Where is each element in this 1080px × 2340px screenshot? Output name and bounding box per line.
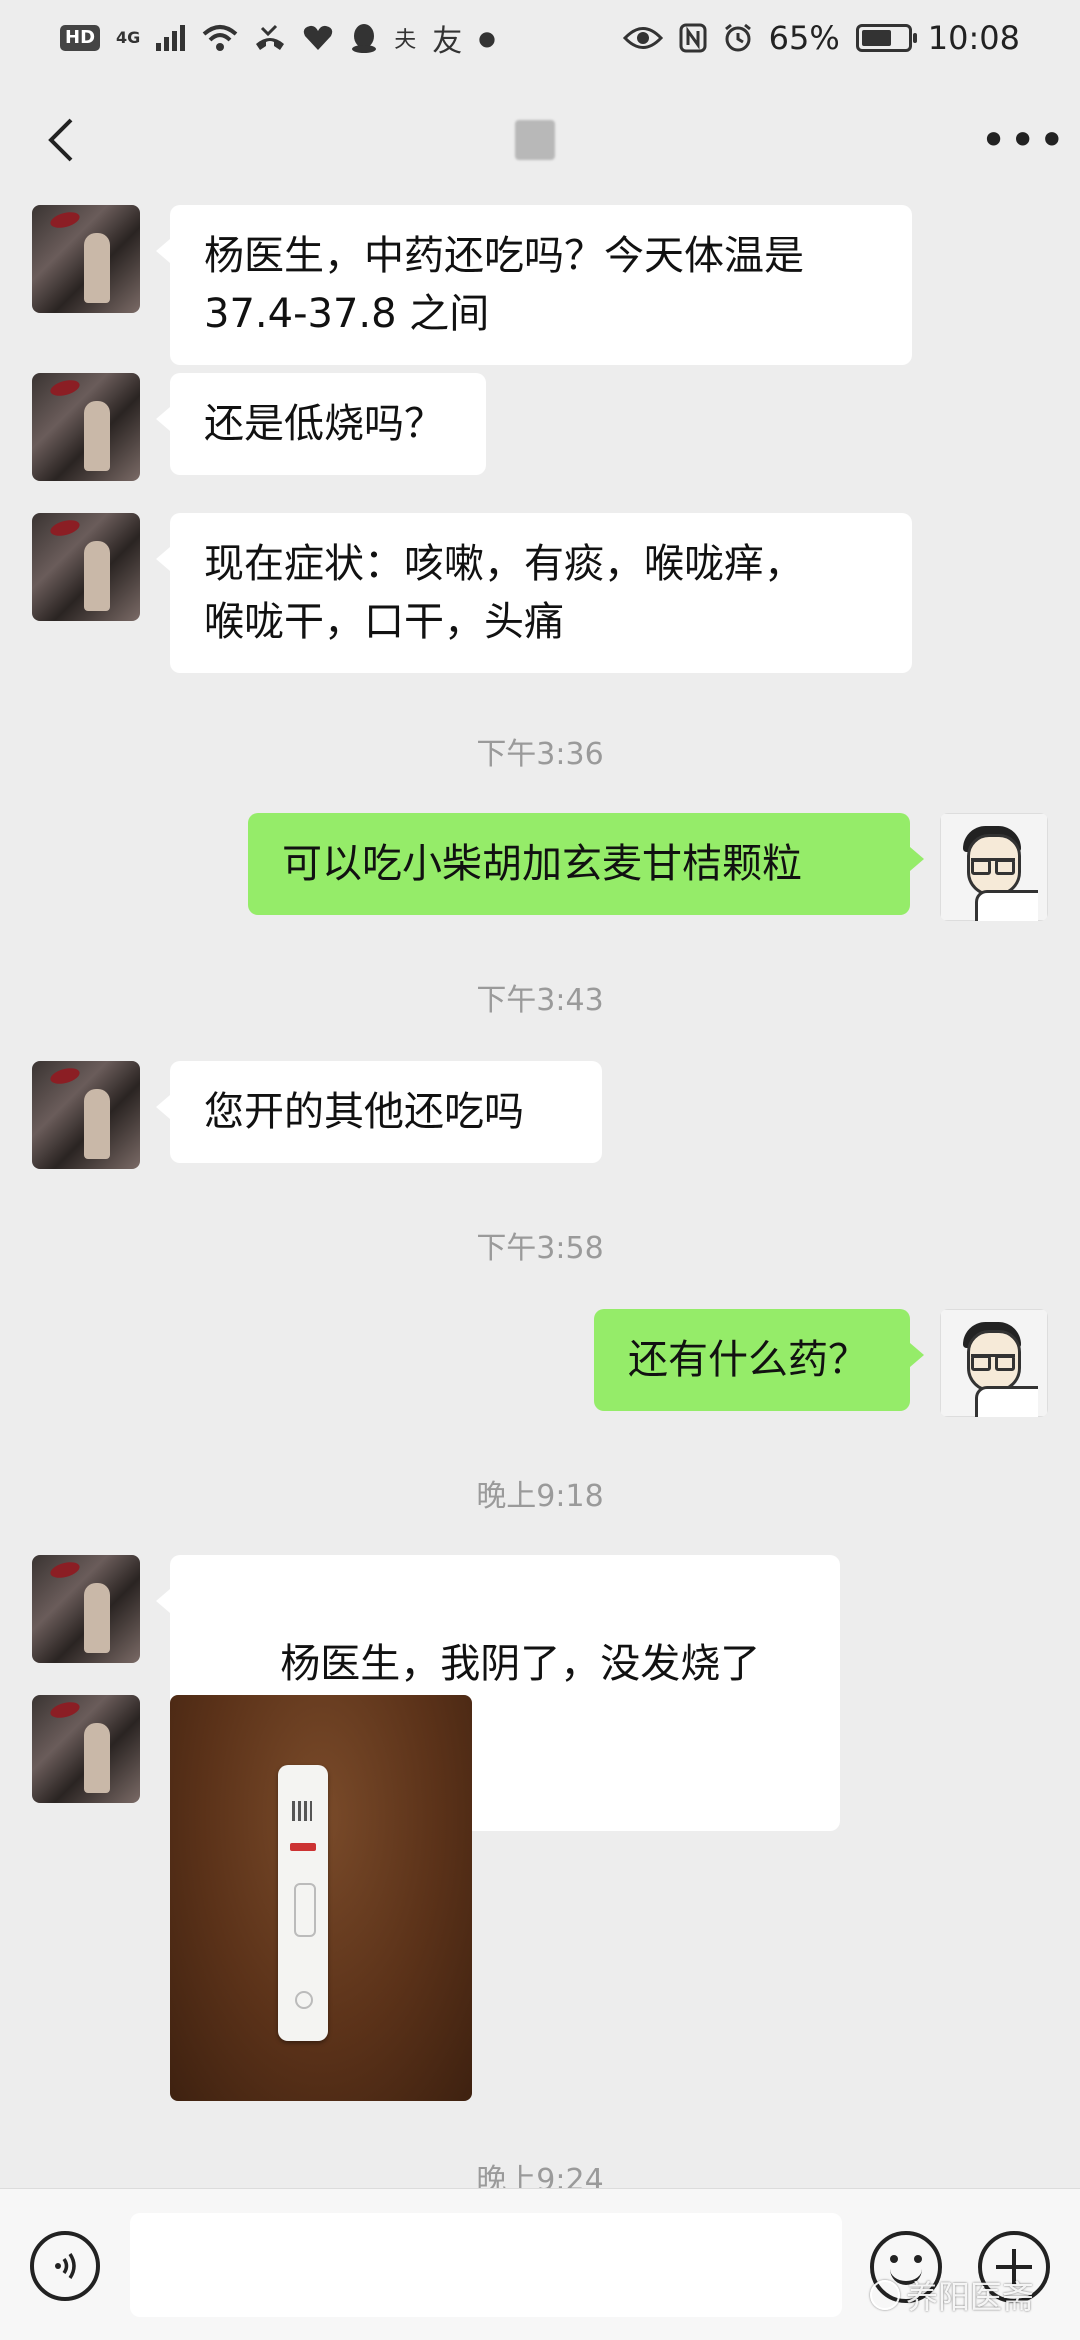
avatar[interactable] (32, 1695, 140, 1803)
avatar[interactable] (32, 373, 140, 481)
missed-call-icon (256, 24, 285, 50)
status-bar: HD 4G 夫 友 ● 65% 10:08 (0, 0, 1080, 75)
watermark: 养阳医斋 (870, 2272, 1034, 2318)
status-time: 10:08 (927, 18, 1020, 57)
nfc-icon (679, 23, 707, 52)
back-button[interactable] (30, 110, 90, 170)
app-icon: 夫 (394, 27, 417, 53)
status-right: 65% 10:08 (622, 18, 1020, 57)
timestamp: 下午3:43 (476, 983, 604, 1018)
patient-avatar-image (32, 1695, 140, 1803)
patient-avatar-image (32, 373, 140, 481)
timestamp: 下午3:36 (476, 737, 604, 772)
battery-icon (855, 23, 917, 52)
watermark-text: 养阳医斋 (906, 2278, 1035, 2316)
antigen-test-photo[interactable] (170, 1695, 472, 2101)
message-bubble[interactable]: 现在症状：咳嗽，有痰，喉咙痒， 喉咙干，口干，头痛 (156, 513, 912, 673)
more-icon: ••• (980, 113, 1068, 167)
app-notification-icon (304, 25, 333, 50)
avatar[interactable] (940, 1309, 1048, 1417)
patient-avatar-image (32, 1061, 140, 1169)
signal-icon (156, 24, 186, 51)
wifi-icon (202, 24, 238, 51)
avatar[interactable] (32, 1061, 140, 1169)
message-text: 杨医生，我阴了，没发烧了 (280, 1641, 761, 1687)
doctor-avatar-image (940, 813, 1048, 921)
battery-percent: 65% (768, 18, 840, 57)
avatar[interactable] (940, 813, 1048, 921)
message-bubble[interactable]: 可以吃小柴胡加玄麦甘桔颗粒 (248, 813, 924, 915)
blurred-contact-name (515, 120, 555, 160)
message-input[interactable] (130, 2213, 842, 2317)
watermark-logo-icon (870, 2280, 900, 2310)
alarm-icon (724, 23, 751, 51)
avatar[interactable] (32, 1555, 140, 1663)
voice-icon (55, 2253, 76, 2279)
message-bubble[interactable]: 还是低烧吗？ (156, 373, 486, 475)
status-left: HD 4G 夫 友 ● (60, 16, 496, 60)
more-button[interactable]: ••• (980, 117, 1065, 163)
message-bubble[interactable]: 您开的其他还吃吗 (156, 1061, 602, 1163)
voice-button[interactable] (30, 2231, 100, 2301)
doctor-avatar-image (940, 1309, 1048, 1417)
message-bubble[interactable]: 杨医生，中药还吃吗？今天体温是 37.4-37.8 之间 (156, 205, 912, 365)
timestamp: 下午3:58 (476, 1231, 604, 1266)
avatar[interactable] (32, 513, 140, 621)
chat-title (515, 120, 555, 160)
hd-badge: HD (60, 24, 101, 51)
patient-avatar-image (32, 513, 140, 621)
test-strip (278, 1765, 328, 2041)
nav-bar: ••• (0, 75, 1080, 205)
overflow-dot-icon: ● (478, 25, 496, 50)
patient-avatar-image (32, 205, 140, 313)
eye-icon (622, 26, 663, 49)
back-arrow-icon (48, 118, 73, 162)
avatar[interactable] (32, 205, 140, 313)
app-icon: 友 (432, 23, 463, 59)
patient-avatar-image (32, 1555, 140, 1663)
timestamp: 晚上9:24 (476, 2163, 604, 2188)
chat-area[interactable]: 杨医生，中药还吃吗？今天体温是 37.4-37.8 之间 还是低烧吗？ 现在症状… (0, 205, 1080, 2188)
signal-icon: 4G (116, 28, 141, 47)
qq-icon (352, 23, 377, 53)
battery-fill (861, 29, 891, 46)
message-bubble[interactable]: 还有什么药？ (594, 1309, 924, 1411)
timestamp: 晚上9:18 (476, 1479, 604, 1514)
